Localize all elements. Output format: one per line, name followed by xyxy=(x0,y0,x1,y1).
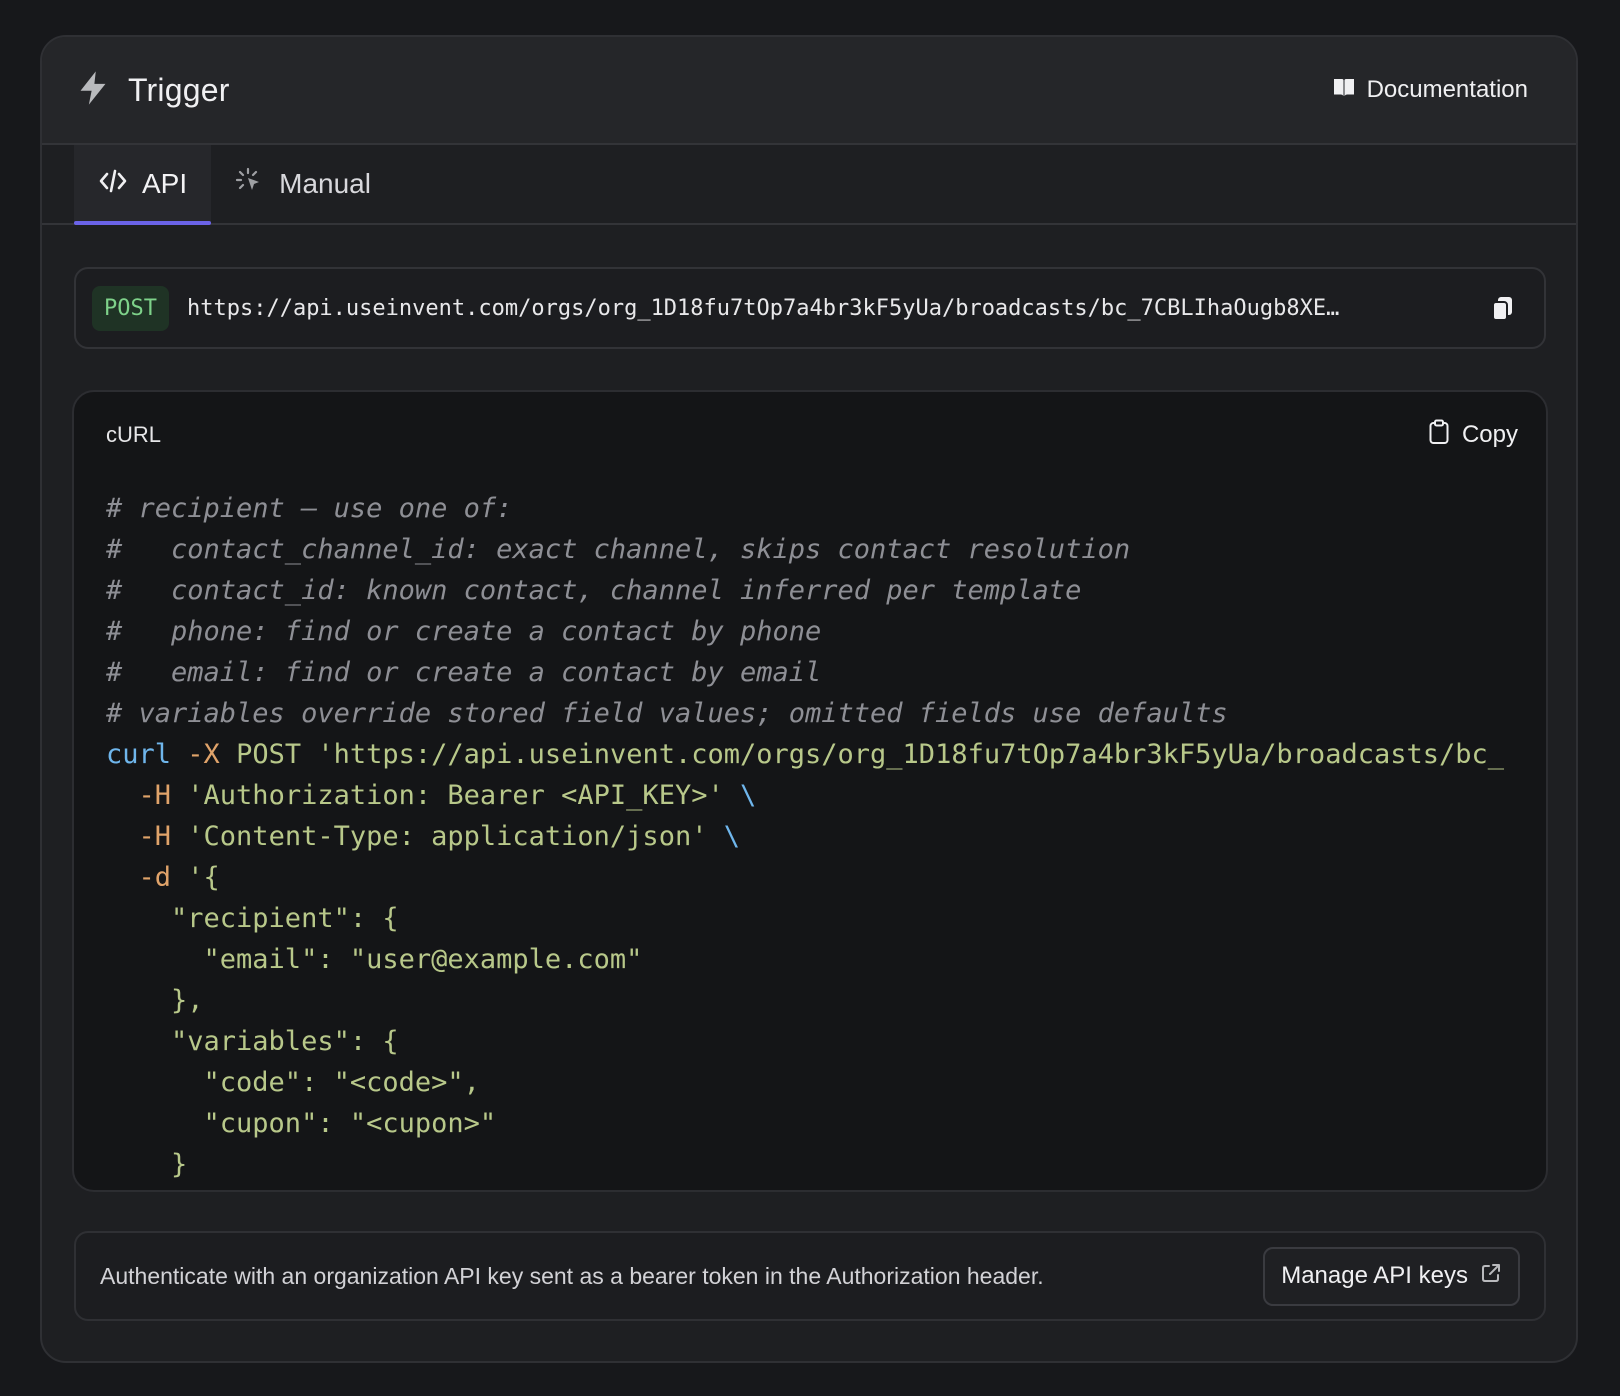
tab-api[interactable]: API xyxy=(74,145,212,225)
documentation-label: Documentation xyxy=(1366,76,1528,103)
code-comment: # email: find or create a contact by ema… xyxy=(106,657,822,688)
code-comment: # phone: find or create a contact by pho… xyxy=(106,616,822,647)
code-block: # recipient — use one of: # contact_chan… xyxy=(106,488,1504,1185)
http-method-badge: POST xyxy=(92,285,169,331)
header-content-type: 'Content-Type: application/json' xyxy=(171,821,708,852)
line-continuation: \ xyxy=(707,821,740,852)
curl-command: curl xyxy=(106,739,172,770)
trigger-panel: Trigger Documentation API Manual POST ht… xyxy=(40,35,1578,1363)
code-comment: # recipient — use one of: xyxy=(106,493,513,524)
curl-method: POST xyxy=(219,739,318,770)
header-flag: -H xyxy=(106,780,172,811)
code-language-label: cURL xyxy=(106,422,162,447)
tab-bar: API Manual xyxy=(42,145,1576,225)
json-line: "email": "user@example.com" xyxy=(106,944,643,975)
tab-api-label: API xyxy=(142,168,188,199)
copy-label: Copy xyxy=(1461,421,1518,448)
manage-api-keys-label: Manage API keys xyxy=(1281,1262,1468,1289)
book-icon xyxy=(1333,76,1355,104)
json-line: }, xyxy=(106,985,204,1016)
data-open: '{ xyxy=(171,862,220,893)
curl-url: 'https://api.useinvent.com/orgs/org_1D18… xyxy=(317,739,1505,770)
header-left: Trigger xyxy=(76,70,230,111)
page-title: Trigger xyxy=(128,71,230,108)
json-line: "recipient": { xyxy=(106,903,399,934)
endpoint-url-box: POST https://api.useinvent.com/orgs/org_… xyxy=(74,267,1546,349)
copy-icon[interactable] xyxy=(1488,293,1518,323)
lightning-icon xyxy=(76,70,110,111)
tab-manual[interactable]: Manual xyxy=(211,145,395,223)
header-authorization: 'Authorization: Bearer <API_KEY>' xyxy=(171,780,724,811)
clipboard-icon xyxy=(1428,419,1450,452)
panel-header: Trigger Documentation xyxy=(42,37,1576,145)
tab-manual-label: Manual xyxy=(279,168,371,199)
line-continuation: \ xyxy=(723,780,757,811)
header-flag: -H xyxy=(106,821,172,852)
code-icon xyxy=(98,167,128,202)
json-line: "cupon": "<cupon>" xyxy=(106,1108,497,1139)
json-line: "variables": { xyxy=(106,1026,399,1057)
json-line: "code": "<code>", xyxy=(106,1067,480,1098)
endpoint-url[interactable]: https://api.useinvent.com/orgs/org_1D18f… xyxy=(187,296,1458,321)
auth-info-box: Authenticate with an organization API ke… xyxy=(74,1231,1546,1321)
external-link-icon xyxy=(1480,1262,1502,1291)
code-header: cURL Copy xyxy=(74,392,1546,454)
json-line: } xyxy=(106,1149,188,1180)
curl-flag-x: -X xyxy=(187,739,220,770)
code-snippet-card: cURL Copy # recipient — use one of: # co… xyxy=(72,390,1548,1192)
data-flag: -d xyxy=(106,862,172,893)
code-comment: # contact_channel_id: exact channel, ski… xyxy=(106,534,1131,565)
copy-code-button[interactable]: Copy xyxy=(1428,419,1518,452)
code-comment: # contact_id: known contact, channel inf… xyxy=(106,575,1082,606)
manage-api-keys-button[interactable]: Manage API keys xyxy=(1263,1246,1520,1306)
documentation-link[interactable]: Documentation xyxy=(1333,76,1528,104)
cursor-click-icon xyxy=(235,167,265,202)
auth-description: Authenticate with an organization API ke… xyxy=(100,1262,1044,1289)
code-comment: # variables override stored field values… xyxy=(106,698,1228,729)
